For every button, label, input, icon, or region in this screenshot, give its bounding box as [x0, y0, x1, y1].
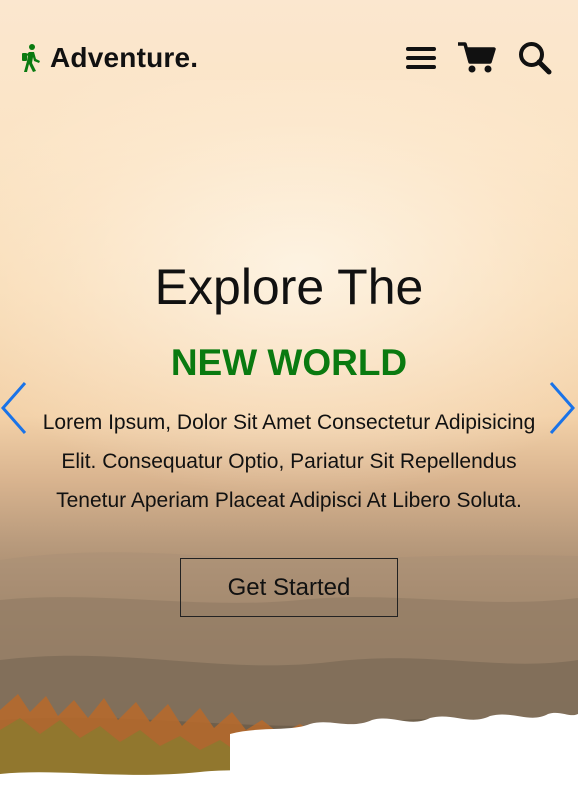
- hero-content: Explore The NEW WORLD Lorem Ipsum, Dolor…: [0, 255, 578, 617]
- brand-name: Adventure.: [50, 41, 199, 73]
- hero-subtitle: NEW WORLD: [170, 342, 408, 383]
- hero-description: Lorem Ipsum, Dolor Sit Amet Consectetur …: [42, 411, 536, 512]
- get-started-button[interactable]: Get Started: [180, 558, 398, 617]
- menu-icon[interactable]: [406, 45, 436, 71]
- search-icon[interactable]: [518, 41, 552, 75]
- foliage-foreground: [0, 694, 578, 800]
- brand-logo[interactable]: Adventure.: [20, 42, 198, 74]
- hero-title: Explore The: [154, 259, 424, 315]
- site-header: Adventure.: [0, 0, 578, 115]
- hero-slider: Adventure. Explore The NEW WORLD Lorem I…: [0, 0, 578, 800]
- hiker-icon: [20, 43, 44, 73]
- cart-icon[interactable]: [458, 41, 496, 74]
- header-actions: [406, 41, 552, 75]
